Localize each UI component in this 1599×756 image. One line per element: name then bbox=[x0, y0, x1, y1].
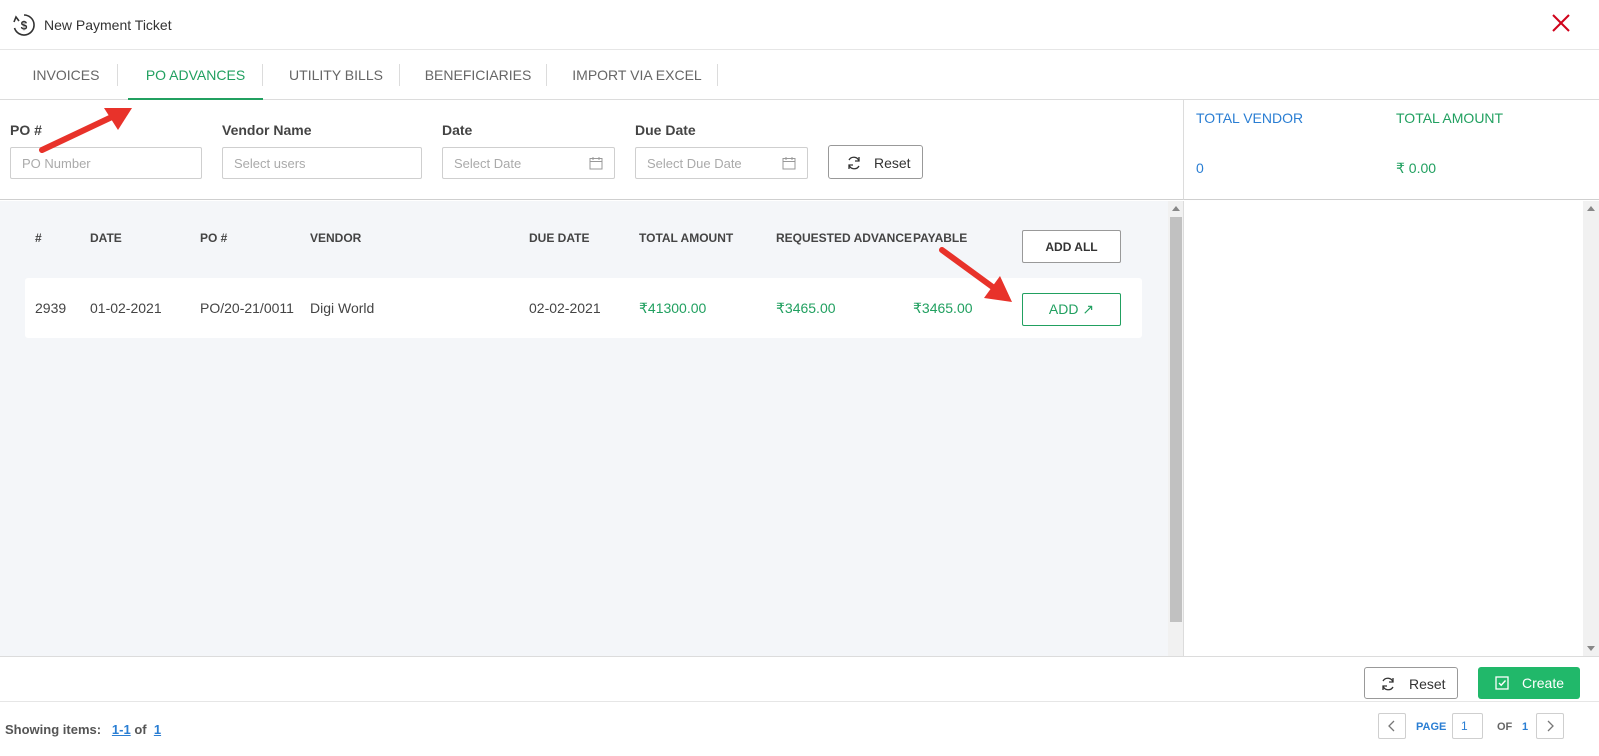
create-button[interactable]: Create bbox=[1478, 667, 1580, 699]
po-number-input[interactable] bbox=[10, 147, 202, 179]
scrollbar-thumb[interactable] bbox=[1170, 217, 1182, 622]
chevron-left-icon bbox=[1388, 720, 1395, 732]
total-vendor-label: TOTAL VENDOR bbox=[1196, 110, 1304, 126]
table-scrollbar[interactable] bbox=[1168, 201, 1184, 656]
due-date-label: Due Date bbox=[635, 122, 696, 138]
showing-total-link[interactable]: 1 bbox=[154, 722, 161, 737]
tab-bar: INVOICES PO ADVANCES UTILITY BILLS BENEF… bbox=[0, 50, 1599, 100]
showing-range-link[interactable]: 1-1 bbox=[112, 722, 131, 737]
showing-prefix: Showing items: bbox=[5, 722, 102, 737]
cell-total-amount: ₹41300.00 bbox=[639, 300, 707, 316]
po-advances-table: # DATE PO # VENDOR DUE DATE TOTAL AMOUNT… bbox=[0, 201, 1168, 656]
side-panel-scrollbar[interactable] bbox=[1583, 201, 1599, 656]
tab-divider bbox=[546, 64, 547, 86]
column-header-date: DATE bbox=[90, 231, 122, 245]
total-pages: 1 bbox=[1522, 721, 1529, 733]
refresh-icon bbox=[1382, 677, 1394, 691]
table-row: 2939 01-02-2021 PO/20-21/0011 Digi World… bbox=[25, 278, 1142, 338]
cell-po: PO/20-21/0011 bbox=[200, 300, 294, 316]
cell-requested-advance: ₹3465.00 bbox=[776, 300, 836, 316]
cell-due-date: 02-02-2021 bbox=[529, 300, 601, 316]
tab-import-via-excel[interactable]: IMPORT VIA EXCEL bbox=[556, 50, 718, 100]
column-header-vendor: VENDOR bbox=[310, 231, 362, 245]
tab-divider bbox=[262, 64, 263, 86]
create-label: Create bbox=[1522, 675, 1565, 691]
totals-panel: TOTAL VENDOR TOTAL AMOUNT 0 ₹ 0.00 bbox=[1184, 100, 1599, 200]
page-title: New Payment Ticket bbox=[44, 17, 172, 33]
scroll-up-arrow-icon[interactable] bbox=[1587, 206, 1595, 211]
reset-label: Reset bbox=[1409, 676, 1446, 692]
of-label: OF bbox=[1497, 721, 1513, 733]
tab-divider bbox=[117, 64, 118, 86]
scroll-up-arrow-icon[interactable] bbox=[1172, 206, 1180, 211]
vendor-name-label: Vendor Name bbox=[222, 122, 312, 138]
prev-page-button[interactable] bbox=[1378, 713, 1406, 739]
column-header-po: PO # bbox=[200, 231, 228, 245]
calendar-icon[interactable] bbox=[782, 156, 796, 170]
showing-of: of bbox=[134, 722, 147, 737]
next-page-button[interactable] bbox=[1536, 713, 1564, 739]
calendar-icon[interactable] bbox=[589, 156, 603, 170]
total-vendor-value: 0 bbox=[1196, 160, 1204, 176]
total-amount-value: ₹ 0.00 bbox=[1396, 160, 1437, 176]
tab-utility-bills[interactable]: UTILITY BILLS bbox=[272, 50, 400, 100]
column-header-total-amount: TOTAL AMOUNT bbox=[639, 231, 734, 245]
tab-divider bbox=[399, 64, 400, 86]
page-label: PAGE bbox=[1416, 721, 1447, 733]
filter-panel: PO # Vendor Name Date Due Date Reset bbox=[0, 100, 1184, 200]
filter-reset-button[interactable]: Reset bbox=[828, 145, 923, 179]
add-row-button[interactable]: ADD ↗ bbox=[1022, 293, 1121, 326]
page-number-input[interactable] bbox=[1452, 713, 1483, 739]
column-header-requested-advance: REQUESTED ADVANCE bbox=[776, 231, 913, 245]
po-label: PO # bbox=[10, 122, 42, 138]
pagination-bar: Showing items: 1-1 of 1 PAGE OF 1 bbox=[0, 702, 1599, 756]
tab-beneficiaries[interactable]: BENEFICIARIES bbox=[410, 50, 546, 100]
svg-text:$: $ bbox=[21, 19, 28, 33]
add-all-button[interactable]: ADD ALL bbox=[1022, 230, 1121, 263]
payment-cycle-icon: $ bbox=[13, 14, 35, 36]
header: $ New Payment Ticket bbox=[0, 0, 1599, 50]
column-header-due-date: DUE DATE bbox=[529, 231, 590, 245]
column-header-payable: PAYABLE bbox=[913, 231, 968, 245]
tab-divider bbox=[717, 64, 718, 86]
cell-vendor: Digi World bbox=[310, 300, 375, 316]
checkbox-check-icon bbox=[1495, 676, 1509, 690]
total-amount-label: TOTAL AMOUNT bbox=[1396, 110, 1504, 126]
column-header-id: # bbox=[35, 231, 42, 245]
reset-button[interactable]: Reset bbox=[1364, 667, 1458, 699]
tab-invoices[interactable]: INVOICES bbox=[14, 50, 118, 100]
scroll-down-arrow-icon[interactable] bbox=[1587, 646, 1595, 651]
filter-reset-label: Reset bbox=[874, 155, 911, 171]
chevron-right-icon bbox=[1547, 720, 1554, 732]
footer-actions: Reset Create bbox=[0, 656, 1599, 702]
cell-id: 2939 bbox=[35, 300, 67, 316]
showing-items-text: Showing items: 1-1 of 1 bbox=[5, 722, 161, 737]
tab-po-advances[interactable]: PO ADVANCES bbox=[128, 50, 263, 100]
refresh-icon bbox=[848, 156, 860, 170]
date-label: Date bbox=[442, 122, 473, 138]
cell-date: 01-02-2021 bbox=[90, 300, 162, 316]
vendor-select[interactable] bbox=[222, 147, 422, 179]
close-icon[interactable] bbox=[1548, 10, 1574, 36]
cell-payable: ₹3465.00 bbox=[913, 300, 973, 316]
